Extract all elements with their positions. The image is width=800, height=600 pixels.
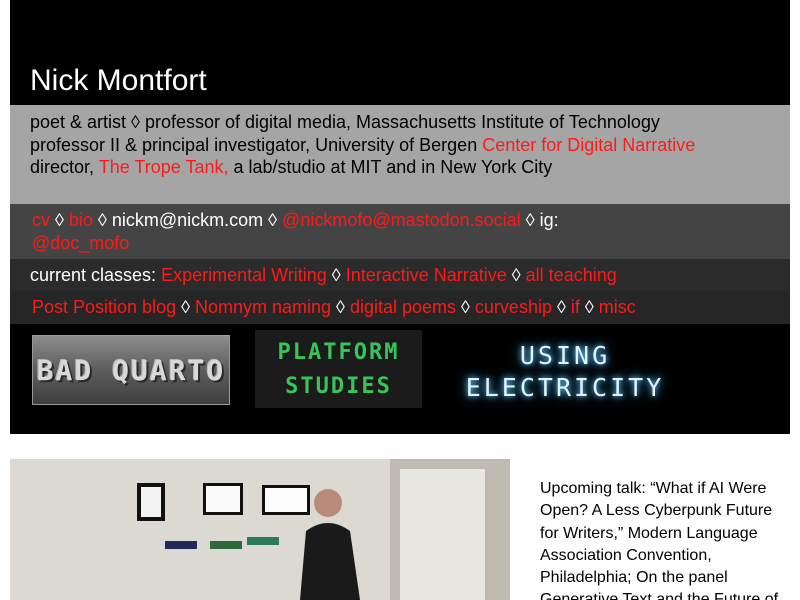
bad-quarto-logo: BAD QUARTO	[36, 354, 226, 387]
separator: ◊	[176, 297, 195, 317]
contact-band: cv ◊ bio ◊ nickm@nickm.com ◊ @nickmofo@m…	[10, 204, 790, 259]
separator: ◊	[551, 297, 571, 317]
nomnym-link[interactable]: Nomnym naming	[195, 297, 331, 317]
about-line-2: professor II & principal investigator, U…	[30, 134, 770, 157]
site-title: Nick Montfort	[30, 64, 207, 97]
if-link[interactable]: if	[571, 297, 580, 317]
bad-quarto-book-link[interactable]: BAD QUARTO	[32, 335, 230, 405]
curveship-link[interactable]: curveship	[475, 297, 552, 317]
separator: ◊	[456, 297, 475, 317]
about-line-3-prefix: director,	[30, 157, 99, 177]
gallery-photo	[10, 459, 510, 600]
about-line-2-text: professor II & principal investigator, U…	[30, 134, 483, 155]
cv-link[interactable]: cv	[32, 210, 50, 230]
using-electricity-line-1: USING	[519, 341, 611, 370]
about-band: poet & artist ◊ professor of digital med…	[10, 105, 790, 204]
about-line-3: director, The Trope Tank, a lab/studio a…	[30, 156, 770, 179]
separator: ◊	[331, 297, 350, 317]
digital-poems-link[interactable]: digital poems	[350, 297, 456, 317]
header: Nick Montfort poet & artist ◊ professor …	[10, 0, 790, 434]
gallery-photo-illustration	[10, 459, 510, 600]
separator: ◊	[263, 210, 283, 230]
platform-studies-line-1: PLATFORM	[277, 340, 400, 365]
platform-studies-logo: PLATFORM STUDIES	[255, 336, 422, 404]
links-band: Post Position blog ◊ Nomnym naming ◊ dig…	[10, 291, 790, 324]
about-line-3-suffix: a lab/studio at MIT and in New York City	[228, 157, 553, 177]
separator: ◊	[92, 210, 112, 230]
misc-link[interactable]: misc	[599, 297, 636, 317]
mastodon-link[interactable]: @nickmofo@mastodon.social	[282, 210, 521, 230]
separator: ◊	[579, 297, 599, 317]
classes-band: current classes: Experimental Writing ◊ …	[10, 259, 790, 291]
class-link-all-teaching[interactable]: all teaching	[526, 265, 617, 285]
cdn-link[interactable]: Center for Digital Narrative	[482, 135, 695, 155]
classes-label: current classes:	[30, 265, 157, 285]
trope-tank-link[interactable]: The Trope Tank,	[99, 157, 229, 177]
using-electricity-logo: USING ELECTRICITY	[450, 340, 680, 404]
platform-studies-link[interactable]: PLATFORM STUDIES	[255, 330, 422, 408]
about-line-1: poet & artist ◊ professor of digital med…	[30, 112, 660, 132]
separator: ◊	[50, 210, 69, 230]
bio-link[interactable]: bio	[69, 210, 93, 230]
instagram-link[interactable]: @doc_mofo	[32, 233, 129, 253]
using-electricity-link[interactable]: USING ELECTRICITY	[450, 332, 680, 412]
separator: ◊	[506, 265, 526, 285]
ig-label: ig:	[539, 210, 559, 230]
platform-studies-line-2: STUDIES	[285, 374, 392, 399]
upcoming-talk-text: Upcoming talk: “What if AI Were Open? A …	[540, 480, 779, 600]
using-electricity-line-2: ELECTRICITY	[465, 373, 665, 402]
class-link-interactive-narrative[interactable]: Interactive Narrative	[346, 265, 507, 285]
separator: ◊	[520, 210, 540, 230]
separator: ◊	[326, 265, 346, 285]
email-address: nickm@nickm.com	[111, 210, 264, 230]
post-position-link[interactable]: Post Position blog	[32, 297, 176, 317]
class-link-experimental-writing[interactable]: Experimental Writing	[161, 265, 327, 285]
